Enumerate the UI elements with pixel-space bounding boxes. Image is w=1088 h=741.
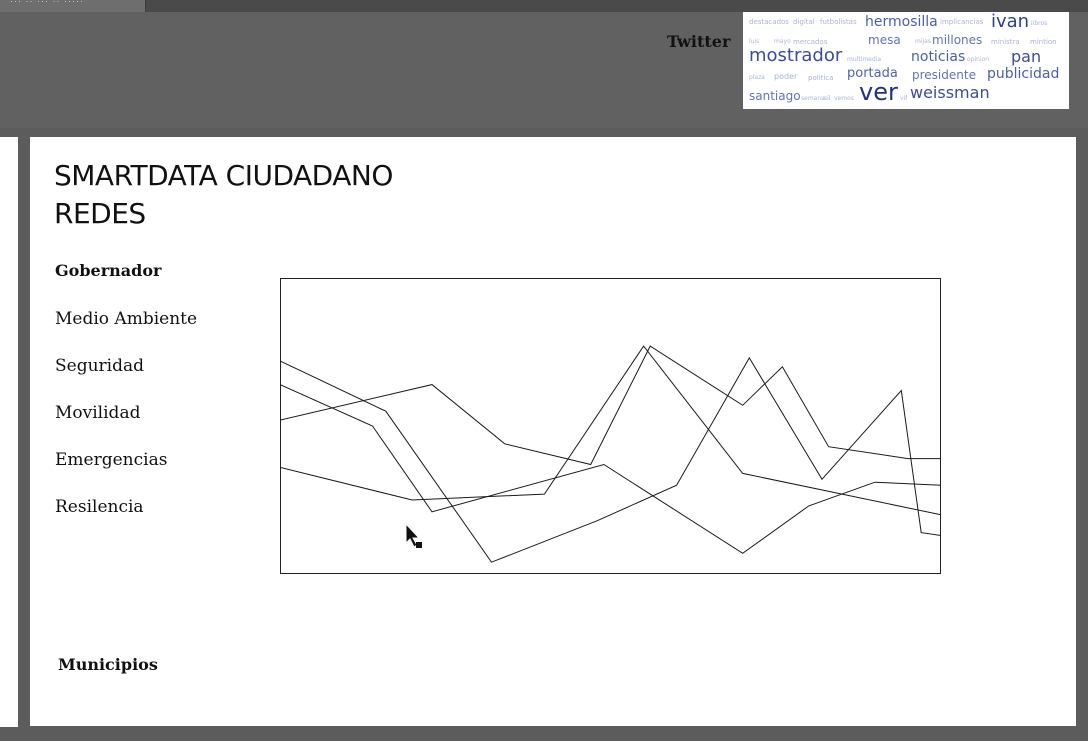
- line-chart: [280, 278, 941, 574]
- word-cloud-word[interactable]: mesa: [868, 34, 901, 46]
- word-cloud-word[interactable]: poder: [774, 73, 797, 81]
- twitter-label: Twitter: [667, 32, 731, 51]
- word-cloud-word[interactable]: vemos: [834, 96, 854, 102]
- menu-item-gobernador[interactable]: Gobernador: [55, 261, 161, 280]
- mouse-cursor-icon: [405, 523, 422, 548]
- municipios-label[interactable]: Municipios: [58, 655, 158, 674]
- word-cloud-word[interactable]: publicidad: [987, 67, 1059, 81]
- word-cloud-word[interactable]: mostrador: [749, 47, 842, 65]
- word-cloud-word[interactable]: politica: [808, 75, 833, 82]
- word-cloud-word[interactable]: mintion: [1030, 39, 1057, 46]
- menu-item-resilencia[interactable]: Resilencia: [55, 497, 144, 517]
- word-cloud-word[interactable]: digital: [793, 19, 815, 26]
- word-cloud-word[interactable]: ver: [859, 80, 898, 104]
- word-cloud-word[interactable]: mijas: [915, 39, 931, 45]
- chart-series-line-4: [280, 356, 941, 563]
- menu-item-movilidad[interactable]: Movilidad: [55, 403, 140, 423]
- word-cloud-word[interactable]: opinion: [967, 57, 989, 63]
- page-title-line1: SMARTDATA CIUDADANO: [54, 159, 393, 192]
- word-cloud-word[interactable]: semana: [801, 96, 825, 102]
- word-cloud-word[interactable]: multimedia: [847, 57, 881, 63]
- menu-item-emergencias[interactable]: Emergencias: [55, 450, 167, 470]
- word-cloud-word[interactable]: futbolistas: [820, 19, 857, 26]
- word-cloud-word[interactable]: pan: [1011, 49, 1041, 65]
- word-cloud-word[interactable]: plaza: [749, 75, 765, 81]
- word-cloud-word[interactable]: noticias: [911, 50, 965, 64]
- browser-tab-label: ··· ·· ··· ·· ·····: [10, 0, 84, 6]
- word-cloud-word[interactable]: sil: [824, 96, 830, 102]
- word-cloud-word[interactable]: ministra: [991, 39, 1020, 46]
- main-panel: SMARTDATA CIUDADANO REDES Gobernador Med…: [30, 137, 1076, 726]
- page-title: SMARTDATA CIUDADANO REDES: [54, 157, 393, 233]
- word-cloud-word[interactable]: destacados: [749, 19, 789, 26]
- menu-item-medio-ambiente[interactable]: Medio Ambiente: [55, 309, 197, 329]
- word-cloud-word[interactable]: libros: [1031, 21, 1047, 27]
- word-cloud-word[interactable]: hermosilla: [865, 15, 938, 29]
- menu-item-seguridad[interactable]: Seguridad: [55, 356, 144, 376]
- chart-series-line-2: [280, 384, 941, 554]
- left-panel-edge: [0, 137, 18, 727]
- browser-tab[interactable]: ··· ·· ··· ·· ·····: [0, 0, 146, 12]
- word-cloud-word[interactable]: santiago: [749, 90, 801, 102]
- word-cloud-word[interactable]: weissman: [910, 85, 990, 101]
- page-title-line2: REDES: [54, 197, 146, 230]
- word-cloud-word[interactable]: ivan: [991, 13, 1029, 31]
- word-cloud-word[interactable]: presidente: [912, 69, 976, 81]
- twitter-word-cloud: destacados digital futbolistas hermosilla im…: [743, 12, 1069, 109]
- chart-series-line-1: [280, 345, 941, 466]
- chart-series-line-3: [280, 345, 941, 516]
- word-cloud-word[interactable]: millones: [932, 34, 982, 46]
- word-cloud-word[interactable]: implicancias: [940, 19, 983, 26]
- word-cloud-word[interactable]: vif: [900, 96, 907, 102]
- window-top-bar: ··· ·· ··· ·· ·····: [0, 0, 1088, 12]
